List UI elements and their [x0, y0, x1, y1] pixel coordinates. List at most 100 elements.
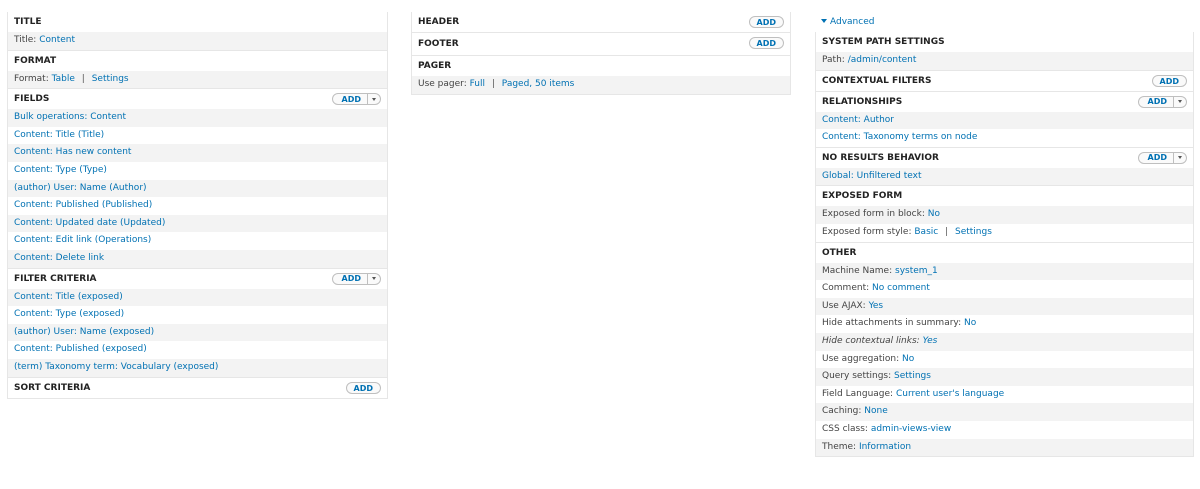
format-label: Format:: [14, 73, 49, 84]
filter-add-button[interactable]: Add: [331, 272, 381, 285]
title-section: TITLE Title: Content: [7, 12, 388, 51]
path-label: Path:: [822, 55, 845, 65]
relationship-item[interactable]: Content: Author: [816, 111, 1193, 130]
relationships-add-dropdown-toggle[interactable]: [1173, 96, 1186, 107]
pager-heading: PAGER: [412, 56, 790, 76]
other-row-label: Hide contextual links:: [822, 335, 920, 346]
contextual-filters-section: CONTEXTUAL FILTERS Add: [815, 70, 1194, 92]
no-results-item-link[interactable]: Global: Unfiltered text: [822, 171, 922, 181]
field-item[interactable]: Content: Title (Title): [8, 126, 387, 145]
filter-item[interactable]: Content: Title (exposed): [8, 288, 387, 307]
other-row-label: Comment:: [822, 283, 870, 294]
exposed-style-link[interactable]: Basic: [914, 227, 938, 237]
other-row-link[interactable]: system_1: [895, 266, 938, 276]
no-results-add-button[interactable]: Add: [1137, 151, 1187, 164]
field-item[interactable]: Content: Type (Type): [8, 161, 387, 180]
other-row: Comment: No comment: [816, 280, 1193, 298]
relationships-heading: RELATIONSHIPS Add: [816, 91, 1193, 112]
field-item-link[interactable]: Content: Edit link (Operations): [14, 235, 151, 245]
filter-criteria-heading-label: FILTER CRITERIA: [14, 273, 97, 284]
relationship-item-link[interactable]: Content: Taxonomy terms on node: [822, 132, 977, 142]
exposed-in-block-link[interactable]: No: [928, 209, 940, 219]
relationship-item-link[interactable]: Content: Author: [822, 115, 894, 125]
other-row-label: Field Language:: [822, 388, 894, 399]
no-results-heading-label: NO RESULTS BEHAVIOR: [822, 152, 939, 163]
footer-add-button[interactable]: Add: [748, 37, 784, 49]
fields-heading-label: FIELDS: [14, 94, 50, 105]
format-value-link[interactable]: Table: [52, 74, 75, 84]
format-row: Format: Table | Settings: [8, 70, 387, 89]
chevron-down-icon: [372, 97, 376, 101]
field-item[interactable]: Content: Updated date (Updated): [8, 214, 387, 233]
other-row-link[interactable]: admin-views-view: [871, 424, 951, 434]
field-item-link[interactable]: Content: Has new content: [14, 147, 131, 157]
field-item-link[interactable]: Content: Type (Type): [14, 165, 107, 175]
relationships-add-label: Add: [1147, 97, 1167, 107]
exposed-style-row: Exposed form style: Basic | Settings: [816, 223, 1193, 242]
filter-item-link[interactable]: Content: Title (exposed): [14, 292, 123, 302]
field-item[interactable]: Bulk operations: Content: [8, 109, 387, 127]
sort-add-button[interactable]: Add: [345, 381, 381, 394]
field-item-link[interactable]: Content: Updated date (Updated): [14, 218, 165, 228]
filter-item[interactable]: (term) Taxonomy term: Vocabulary (expose…: [8, 358, 387, 377]
filter-item-link[interactable]: Content: Type (exposed): [14, 309, 124, 319]
no-results-add-dropdown-toggle[interactable]: [1173, 152, 1186, 163]
field-item-link[interactable]: Bulk operations: Content: [14, 112, 126, 122]
chevron-down-icon: [1178, 156, 1182, 160]
format-heading: FORMAT: [8, 50, 387, 71]
field-item-link[interactable]: (author) User: Name (Author): [14, 183, 147, 193]
filter-item[interactable]: Content: Published (exposed): [8, 341, 387, 359]
other-row-link[interactable]: Settings: [894, 371, 931, 381]
header-heading-label: HEADER: [418, 17, 460, 27]
field-item[interactable]: Content: Delete link: [8, 249, 387, 268]
other-row: Hide attachments in summary: No: [816, 315, 1193, 333]
header-section: HEADER Add: [411, 12, 791, 33]
sort-criteria-heading-label: SORT CRITERIA: [14, 382, 91, 393]
relationships-add-button[interactable]: Add: [1137, 95, 1187, 108]
advanced-toggle[interactable]: Advanced: [815, 12, 1194, 32]
other-row-link[interactable]: No: [964, 318, 976, 328]
filter-item-link[interactable]: (term) Taxonomy term: Vocabulary (expose…: [14, 362, 218, 372]
title-row: Title: Content: [8, 32, 387, 50]
field-item[interactable]: Content: Edit link (Operations): [8, 232, 387, 250]
field-item-link[interactable]: Content: Delete link: [14, 253, 104, 263]
field-item-link[interactable]: Content: Title (Title): [14, 130, 104, 140]
other-row-link[interactable]: Current user's language: [896, 389, 1004, 399]
other-row-link[interactable]: None: [864, 406, 887, 416]
pager-value-link[interactable]: Full: [470, 79, 485, 89]
other-row-link[interactable]: Yes: [923, 336, 938, 346]
title-heading: TITLE: [8, 12, 387, 32]
field-item[interactable]: Content: Has new content: [8, 144, 387, 162]
filter-item[interactable]: (author) User: Name (exposed): [8, 323, 387, 342]
other-row-label: Use aggregation:: [822, 353, 900, 364]
header-add-button[interactable]: Add: [748, 16, 784, 28]
other-row-link[interactable]: No comment: [872, 283, 930, 293]
fields-add-button[interactable]: Add: [331, 93, 381, 106]
other-row-label: CSS class:: [822, 423, 868, 434]
relationship-item[interactable]: Content: Taxonomy terms on node: [816, 129, 1193, 147]
contextual-filters-heading-label: CONTEXTUAL FILTERS: [822, 75, 932, 86]
other-row-link[interactable]: Yes: [869, 301, 884, 311]
format-settings-link[interactable]: Settings: [92, 74, 129, 84]
exposed-style-settings-link[interactable]: Settings: [955, 227, 992, 237]
filter-item-link[interactable]: (author) User: Name (exposed): [14, 327, 154, 337]
footer-section: FOOTER Add: [411, 33, 791, 56]
filter-add-dropdown-toggle[interactable]: [367, 273, 380, 284]
other-row-link[interactable]: Information: [859, 442, 911, 452]
other-row: Use aggregation: No: [816, 350, 1193, 369]
pager-settings-link[interactable]: Paged, 50 items: [502, 79, 575, 89]
exposed-form-section: EXPOSED FORM Exposed form in block: No E…: [815, 186, 1194, 243]
filter-item[interactable]: Content: Type (exposed): [8, 306, 387, 324]
filter-item-link[interactable]: Content: Published (exposed): [14, 344, 147, 354]
no-results-item[interactable]: Global: Unfiltered text: [816, 167, 1193, 186]
field-item[interactable]: (author) User: Name (Author): [8, 179, 387, 198]
contextual-filters-add-button[interactable]: Add: [1151, 74, 1187, 87]
path-value-link[interactable]: /admin/content: [848, 55, 917, 65]
title-value-link[interactable]: Content: [39, 35, 75, 45]
field-item-link[interactable]: Content: Published (Published): [14, 200, 152, 210]
fields-add-dropdown-toggle[interactable]: [367, 94, 380, 105]
other-row: CSS class: admin-views-view: [816, 420, 1193, 439]
system-path-section: SYSTEM PATH SETTINGS Path: /admin/conten…: [815, 32, 1194, 71]
other-row-link[interactable]: No: [902, 354, 914, 364]
field-item[interactable]: Content: Published (Published): [8, 197, 387, 215]
